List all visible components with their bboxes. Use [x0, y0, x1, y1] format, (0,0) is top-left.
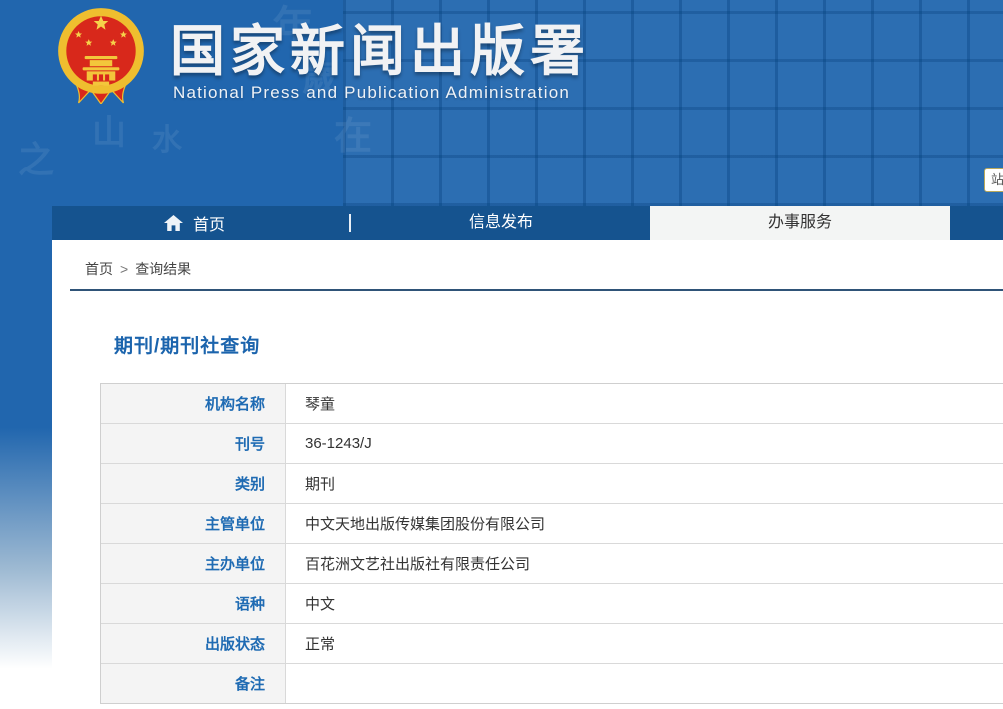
- row-label: 类别: [101, 464, 286, 503]
- watermark-char: 在: [334, 118, 372, 156]
- table-row-issn-number: 刊号 36-1243/J: [101, 424, 1003, 464]
- table-row-category: 类别 期刊: [101, 464, 1003, 504]
- row-value: 正常: [286, 624, 1003, 663]
- watermark-char: 之: [18, 142, 54, 178]
- row-value: 百花洲文艺社出版社有限责任公司: [286, 544, 1003, 583]
- row-label: 主管单位: [101, 504, 286, 543]
- watermark-char: 水: [152, 126, 182, 156]
- nav-item-information[interactable]: 信息发布: [431, 206, 571, 240]
- page-title: 期刊/期刊社查询: [114, 331, 260, 358]
- table-row-org-name: 机构名称 琴童: [101, 384, 1003, 424]
- row-value: 中文天地出版传媒集团股份有限公司: [286, 504, 1003, 543]
- home-icon: [164, 215, 183, 231]
- row-value: [286, 664, 1003, 703]
- left-blue-gradient-column: [0, 206, 52, 709]
- site-subtitle-english: National Press and Publication Administr…: [173, 83, 570, 103]
- row-value: 36-1243/J: [286, 424, 1003, 463]
- table-row-supervising-unit: 主管单位 中文天地出版传媒集团股份有限公司: [101, 504, 1003, 544]
- site-search-button[interactable]: 站: [984, 168, 1003, 192]
- nav-item-home[interactable]: 首页: [164, 206, 225, 240]
- site-title: 国家新闻出版署: [170, 6, 590, 86]
- row-label: 备注: [101, 664, 286, 703]
- row-value: 中文: [286, 584, 1003, 623]
- row-label: 语种: [101, 584, 286, 623]
- nav-item-services-active-tab[interactable]: 办事服务: [650, 206, 950, 240]
- table-row-language: 语种 中文: [101, 584, 1003, 624]
- watermark-char: 山: [92, 116, 126, 150]
- row-label: 出版状态: [101, 624, 286, 663]
- table-row-publication-status: 出版状态 正常: [101, 624, 1003, 664]
- row-value: 期刊: [286, 464, 1003, 503]
- main-navigation: 首页 信息发布 办事服务: [52, 206, 1003, 240]
- site-header: 年 歲 在 山 之 水 国家新闻出版署 Nationa: [0, 0, 1003, 206]
- breadcrumb-separator: >: [120, 261, 128, 277]
- breadcrumb: 首页 > 查询结果: [85, 259, 191, 279]
- nav-divider: [349, 214, 351, 232]
- row-label: 主办单位: [101, 544, 286, 583]
- nav-home-label: 首页: [193, 211, 225, 235]
- table-row-sponsoring-unit: 主办单位 百花洲文艺社出版社有限责任公司: [101, 544, 1003, 584]
- table-row-remarks: 备注: [101, 664, 1003, 703]
- breadcrumb-current: 查询结果: [135, 259, 191, 279]
- content-panel: 首页 > 查询结果 期刊/期刊社查询 机构名称 琴童 刊号 36-1243/J …: [52, 240, 1003, 709]
- row-label: 刊号: [101, 424, 286, 463]
- breadcrumb-home-link[interactable]: 首页: [85, 259, 113, 279]
- row-label: 机构名称: [101, 384, 286, 423]
- breadcrumb-divider-line: [70, 289, 1003, 291]
- journal-info-table: 机构名称 琴童 刊号 36-1243/J 类别 期刊 主管单位 中文天地出版传媒…: [100, 383, 1003, 704]
- national-emblem-logo: [56, 4, 146, 104]
- row-value: 琴童: [286, 384, 1003, 423]
